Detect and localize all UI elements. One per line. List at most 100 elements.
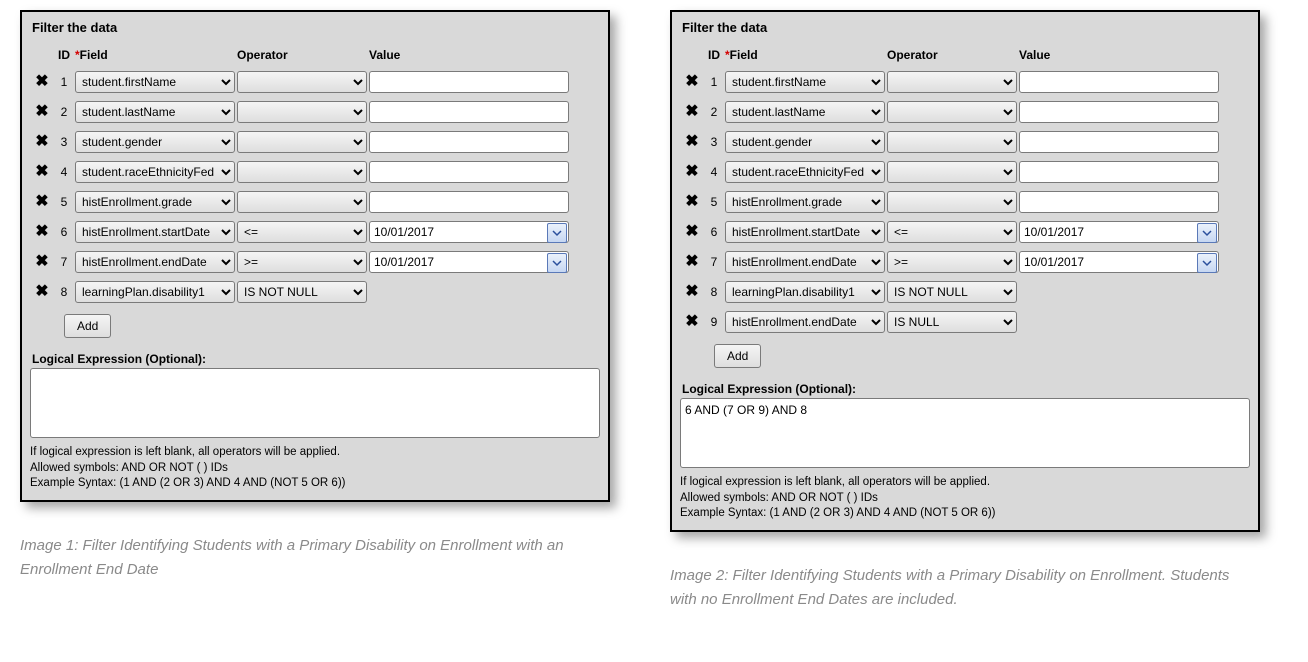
add-button[interactable]: Add xyxy=(64,314,111,338)
add-button[interactable]: Add xyxy=(714,344,761,368)
value-input[interactable] xyxy=(1019,221,1219,243)
operator-select[interactable]: IS NOT NULL xyxy=(887,281,1017,303)
delete-row-icon[interactable]: ✖ xyxy=(685,223,698,240)
logical-expression-label: Logical Expression (Optional): xyxy=(32,352,600,366)
value-input[interactable] xyxy=(1019,131,1219,153)
field-select[interactable]: histEnrollment.grade xyxy=(725,191,885,213)
operator-select[interactable]: IS NOT NULL xyxy=(237,281,367,303)
delete-row-icon[interactable]: ✖ xyxy=(685,103,698,120)
operator-select[interactable]: >= xyxy=(237,251,367,273)
row-id: 4 xyxy=(54,160,74,184)
row-id: 9 xyxy=(704,310,724,334)
logical-expression-label: Logical Expression (Optional): xyxy=(682,382,1250,396)
operator-select[interactable]: <= xyxy=(237,221,367,243)
delete-row-icon[interactable]: ✖ xyxy=(685,193,698,210)
operator-select[interactable] xyxy=(887,161,1017,183)
row-id: 5 xyxy=(54,190,74,214)
operator-select[interactable] xyxy=(237,191,367,213)
filter-panel: Filter the dataID*FieldOperatorValue✖1st… xyxy=(20,10,610,502)
operator-select[interactable]: IS NULL xyxy=(887,311,1017,333)
field-select[interactable]: learningPlan.disability1 xyxy=(75,281,235,303)
filter-row: ✖8learningPlan.disability1IS NOT NULL xyxy=(680,280,1220,304)
operator-select[interactable] xyxy=(887,131,1017,153)
operator-select[interactable] xyxy=(237,71,367,93)
delete-row-icon[interactable]: ✖ xyxy=(35,283,48,300)
operator-select[interactable] xyxy=(237,161,367,183)
column-headers: ID*FieldOperatorValue xyxy=(680,47,1220,64)
value-input[interactable] xyxy=(1019,251,1219,273)
filter-row: ✖7histEnrollment.endDate>= xyxy=(30,250,570,274)
value-input[interactable] xyxy=(1019,191,1219,213)
filter-row: ✖ 6histEnrollment.startDate<= xyxy=(30,220,570,244)
image-caption: Image 1: Filter Identifying Students wit… xyxy=(20,534,610,582)
filter-panel: Filter the dataID*FieldOperatorValue✖1st… xyxy=(670,10,1260,532)
field-select[interactable]: student.raceEthnicityFed xyxy=(75,161,235,183)
delete-row-icon[interactable]: ✖ xyxy=(35,193,48,210)
value-input[interactable] xyxy=(1019,161,1219,183)
panel-title: Filter the data xyxy=(32,20,600,35)
value-input[interactable] xyxy=(1019,101,1219,123)
filter-row: ✖ 5histEnrollment.grade xyxy=(680,190,1220,214)
value-input[interactable] xyxy=(369,221,569,243)
filter-row: ✖ 5histEnrollment.grade xyxy=(30,190,570,214)
field-select[interactable]: histEnrollment.startDate xyxy=(75,221,235,243)
field-select[interactable]: student.gender xyxy=(75,131,235,153)
value-input[interactable] xyxy=(1019,71,1219,93)
value-input[interactable] xyxy=(369,101,569,123)
filter-row: ✖6histEnrollment.startDate<= xyxy=(680,220,1220,244)
operator-select[interactable] xyxy=(887,101,1017,123)
logical-expression-input[interactable]: 6 AND (7 OR 9) AND 8 xyxy=(680,398,1250,468)
operator-select[interactable] xyxy=(887,191,1017,213)
operator-select[interactable] xyxy=(237,131,367,153)
operator-select[interactable] xyxy=(887,71,1017,93)
delete-row-icon[interactable]: ✖ xyxy=(35,133,48,150)
delete-row-icon[interactable]: ✖ xyxy=(685,133,698,150)
value-input[interactable] xyxy=(369,251,569,273)
date-picker-icon[interactable] xyxy=(1197,223,1217,243)
row-id: 3 xyxy=(54,130,74,154)
value-input[interactable] xyxy=(369,71,569,93)
value-input[interactable] xyxy=(369,191,569,213)
field-select[interactable]: student.gender xyxy=(725,131,885,153)
field-select[interactable]: learningPlan.disability1 xyxy=(725,281,885,303)
delete-row-icon[interactable]: ✖ xyxy=(685,313,698,330)
filter-row: ✖4student.raceEthnicityFed xyxy=(680,160,1220,184)
field-select[interactable]: histEnrollment.startDate xyxy=(725,221,885,243)
field-select[interactable]: student.firstName xyxy=(75,71,235,93)
delete-row-icon[interactable]: ✖ xyxy=(35,253,48,270)
delete-row-icon[interactable]: ✖ xyxy=(35,223,48,240)
delete-row-icon[interactable]: ✖ xyxy=(35,73,48,90)
value-input[interactable] xyxy=(369,161,569,183)
field-select[interactable]: student.lastName xyxy=(725,101,885,123)
field-select[interactable]: histEnrollment.endDate xyxy=(725,251,885,273)
date-picker-icon[interactable] xyxy=(547,253,567,273)
date-picker-icon[interactable] xyxy=(547,223,567,243)
field-select[interactable]: student.raceEthnicityFed xyxy=(725,161,885,183)
value-input[interactable] xyxy=(369,131,569,153)
row-id: 7 xyxy=(704,250,724,274)
row-id: 2 xyxy=(704,100,724,124)
delete-row-icon[interactable]: ✖ xyxy=(35,103,48,120)
logical-expression-input[interactable] xyxy=(30,368,600,438)
field-select[interactable]: histEnrollment.grade xyxy=(75,191,235,213)
row-id: 1 xyxy=(704,70,724,94)
filter-row: ✖ 2student.lastName xyxy=(30,100,570,124)
delete-row-icon[interactable]: ✖ xyxy=(685,163,698,180)
operator-select[interactable] xyxy=(237,101,367,123)
field-select[interactable]: histEnrollment.endDate xyxy=(725,311,885,333)
field-select[interactable]: student.lastName xyxy=(75,101,235,123)
delete-row-icon[interactable]: ✖ xyxy=(685,253,698,270)
operator-select[interactable]: <= xyxy=(887,221,1017,243)
filter-row: ✖ 2student.lastName xyxy=(680,100,1220,124)
delete-row-icon[interactable]: ✖ xyxy=(685,283,698,300)
delete-row-icon[interactable]: ✖ xyxy=(35,163,48,180)
date-picker-icon[interactable] xyxy=(1197,253,1217,273)
row-id: 6 xyxy=(54,220,74,244)
row-id: 3 xyxy=(704,130,724,154)
field-select[interactable]: student.firstName xyxy=(725,71,885,93)
row-id: 2 xyxy=(54,100,74,124)
row-id: 5 xyxy=(704,190,724,214)
delete-row-icon[interactable]: ✖ xyxy=(685,73,698,90)
operator-select[interactable]: >= xyxy=(887,251,1017,273)
field-select[interactable]: histEnrollment.endDate xyxy=(75,251,235,273)
